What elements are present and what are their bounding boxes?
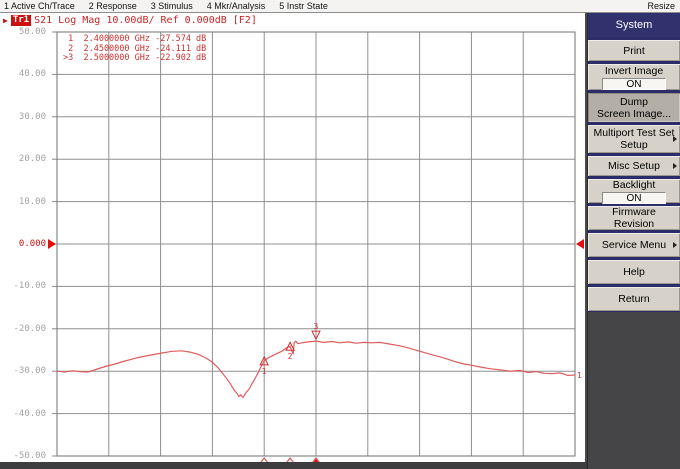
submenu-arrow-icon bbox=[673, 136, 677, 142]
softkey-backlight[interactable]: BacklightON bbox=[588, 177, 680, 204]
softkey-label: Screen Image... bbox=[597, 108, 671, 120]
instrument-screen: ▶ Tr1 S21 Log Mag 10.00dB/ Ref 0.000dB [… bbox=[0, 13, 587, 469]
ref-level-right-icon bbox=[576, 239, 584, 249]
submenu-arrow-icon bbox=[673, 163, 677, 169]
softkey-state-value: ON bbox=[602, 192, 666, 204]
softkey-label: Firmware bbox=[612, 206, 656, 218]
softkey-multiport-test-set-setup[interactable]: Multiport Test SetSetup bbox=[588, 123, 680, 154]
softkey-label: Return bbox=[618, 293, 650, 305]
y-axis-label: -20.00 bbox=[0, 324, 46, 334]
softkey-label: System bbox=[616, 19, 653, 31]
y-axis-label: 40.00 bbox=[0, 69, 46, 79]
softkey-print[interactable]: Print bbox=[588, 38, 680, 62]
softkey-label: Dump bbox=[620, 96, 648, 108]
softkey-label: Invert Image bbox=[605, 65, 663, 77]
softkey-label: Setup bbox=[620, 139, 647, 151]
ref-level-left-icon bbox=[48, 239, 56, 249]
softkey-misc-setup[interactable]: Misc Setup bbox=[588, 154, 680, 177]
menubar-item-5[interactable]: 5 Instr State bbox=[279, 1, 328, 11]
softkey-service-menu[interactable]: Service Menu bbox=[588, 231, 680, 258]
screen-bottom-bar bbox=[0, 462, 587, 469]
trace-number-label: 1 bbox=[577, 371, 582, 380]
y-axis-label: 20.00 bbox=[0, 154, 46, 164]
softkey-menu: SystemPrintInvert ImageONDumpScreen Imag… bbox=[587, 13, 680, 469]
softkey-label: Service Menu bbox=[602, 239, 666, 251]
softkey-label: Help bbox=[623, 266, 645, 278]
softkey-label: Backlight bbox=[613, 179, 656, 191]
menubar-item-2[interactable]: 2 Response bbox=[89, 1, 137, 11]
softkey-state-value: ON bbox=[602, 78, 666, 90]
y-axis-label: -10.00 bbox=[0, 281, 46, 291]
vna-screenshot: { "menubar": { "items": ["1 Active Ch/Tr… bbox=[0, 0, 680, 469]
submenu-arrow-icon bbox=[673, 242, 677, 248]
y-axis-label: -40.00 bbox=[0, 409, 46, 419]
menubar-item-1[interactable]: 1 Active Ch/Trace bbox=[4, 1, 75, 11]
menubar-item-4[interactable]: 4 Mkr/Analysis bbox=[207, 1, 266, 11]
marker-1-label: 1 bbox=[262, 367, 267, 376]
measurement-plot: 1 1 2 3 bbox=[0, 13, 587, 462]
menubar-item-3[interactable]: 3 Stimulus bbox=[151, 1, 193, 11]
softkey-dump-screen-image[interactable]: DumpScreen Image... bbox=[588, 91, 680, 123]
marker-3-label: 3 bbox=[314, 322, 319, 331]
sidebar-filler bbox=[588, 312, 680, 469]
softkey-label: Multiport Test Set bbox=[594, 127, 675, 139]
softkey-header-system: System bbox=[588, 13, 680, 38]
softkey-help[interactable]: Help bbox=[588, 258, 680, 285]
softkey-invert-image[interactable]: Invert ImageON bbox=[588, 62, 680, 91]
resize-button[interactable]: Resize bbox=[647, 1, 675, 11]
softkey-label: Misc Setup bbox=[608, 160, 660, 172]
marker-readout-table: 1 2.4000000 GHz -27.574 dB 2 2.4500000 G… bbox=[63, 35, 206, 64]
y-axis-label: -30.00 bbox=[0, 366, 46, 376]
marker-2-label: 2 bbox=[288, 352, 293, 361]
softkey-firmware-revision[interactable]: FirmwareRevision bbox=[588, 204, 680, 231]
y-axis-label: 50.00 bbox=[0, 27, 46, 37]
y-axis-label: 0.000 bbox=[0, 239, 46, 249]
softkey-return[interactable]: Return bbox=[588, 285, 680, 312]
softkey-label: Revision bbox=[614, 218, 654, 230]
y-axis-label: -50.00 bbox=[0, 451, 46, 461]
marker-readout-row: >3 2.5000000 GHz -22.902 dB bbox=[63, 54, 206, 64]
softkey-label: Print bbox=[623, 45, 645, 57]
y-axis-label: 30.00 bbox=[0, 112, 46, 122]
menu-bar: 1 Active Ch/Trace 2 Response 3 Stimulus 4 M… bbox=[0, 0, 680, 13]
y-axis-label: 10.00 bbox=[0, 197, 46, 207]
